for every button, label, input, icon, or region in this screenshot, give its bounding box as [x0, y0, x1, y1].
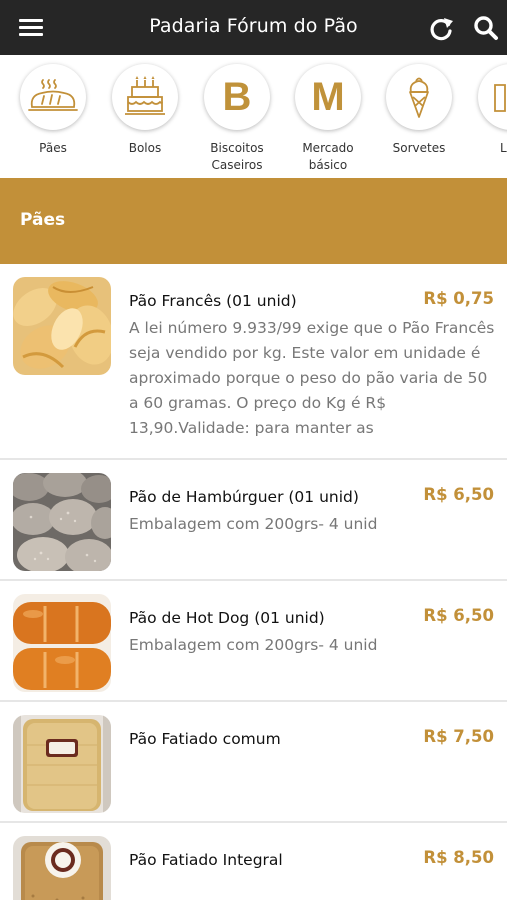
category-item-paes[interactable]: Pães: [9, 63, 99, 178]
product-item[interactable]: Pão Fatiado Integral R$ 8,50: [0, 823, 507, 900]
ice-cream-icon: [386, 64, 452, 130]
section-header: Pães: [0, 178, 507, 264]
mercado-letter-icon: M: [295, 64, 361, 130]
product-image-pao-hot-dog: [13, 594, 111, 692]
category-label: Sorvetes: [392, 141, 446, 155]
partial-icon: [478, 64, 507, 130]
product-name: Pão de Hot Dog (01 unid): [129, 609, 325, 627]
category-item-sorvetes[interactable]: Sorvetes: [375, 63, 465, 178]
product-price: R$ 0,75: [423, 289, 494, 308]
category-label: Biscoitos Caseiros: [210, 141, 264, 172]
product-item[interactable]: Pão Fatiado comum R$ 7,50: [0, 702, 507, 823]
product-description: Embalagem com 200grs- 4 unid: [129, 515, 378, 533]
app-header: Padaria Fórum do Pão: [0, 0, 507, 55]
category-item-lati[interactable]: Lati: [467, 63, 507, 178]
product-item[interactable]: Pão de Hambúrguer (01 unid) R$ 6,50 Emba…: [0, 460, 507, 581]
product-image-pao-fatiado-integral: [13, 836, 111, 900]
category-label: Bolos: [128, 141, 162, 155]
product-description: Embalagem com 200grs- 4 unid: [129, 636, 378, 654]
product-name: Pão Francês (01 unid): [129, 292, 297, 310]
search-icon[interactable]: [472, 14, 500, 42]
cake-icon: [112, 64, 178, 130]
product-price: R$ 6,50: [423, 485, 494, 504]
category-item-mercado[interactable]: M Mercado básico: [284, 63, 374, 178]
section-title: Pães: [20, 210, 66, 230]
product-price: R$ 7,50: [423, 727, 494, 746]
category-label: Lati: [499, 141, 507, 155]
product-image-pao-frances: [13, 277, 111, 375]
category-label: Pães: [39, 141, 67, 155]
bread-icon: [20, 64, 86, 130]
product-name: Pão Fatiado comum: [129, 730, 281, 748]
product-image-pao-hamburguer: [13, 473, 111, 571]
category-strip[interactable]: Pães Bolos B Biscoitos Caseiros M Mercad…: [0, 55, 507, 178]
product-name: Pão Fatiado Integral: [129, 851, 283, 869]
product-list: Pão Francês (01 unid) R$ 0,75 A lei núme…: [0, 264, 507, 900]
biscoitos-letter-icon: B: [204, 64, 270, 130]
category-label: Mercado básico: [302, 141, 354, 172]
product-price: R$ 6,50: [423, 606, 494, 625]
product-image-pao-fatiado-comum: [13, 715, 111, 813]
product-description: A lei número 9.933/99 exige que o Pão Fr…: [129, 319, 495, 437]
product-price: R$ 8,50: [423, 848, 494, 867]
refresh-icon[interactable]: [427, 15, 455, 43]
product-item[interactable]: Pão de Hot Dog (01 unid) R$ 6,50 Embalag…: [0, 581, 507, 702]
product-item[interactable]: Pão Francês (01 unid) R$ 0,75 A lei núme…: [0, 264, 507, 460]
category-item-bolos[interactable]: Bolos: [101, 63, 191, 178]
category-item-biscoitos[interactable]: B Biscoitos Caseiros: [193, 63, 283, 178]
product-name: Pão de Hambúrguer (01 unid): [129, 488, 359, 506]
